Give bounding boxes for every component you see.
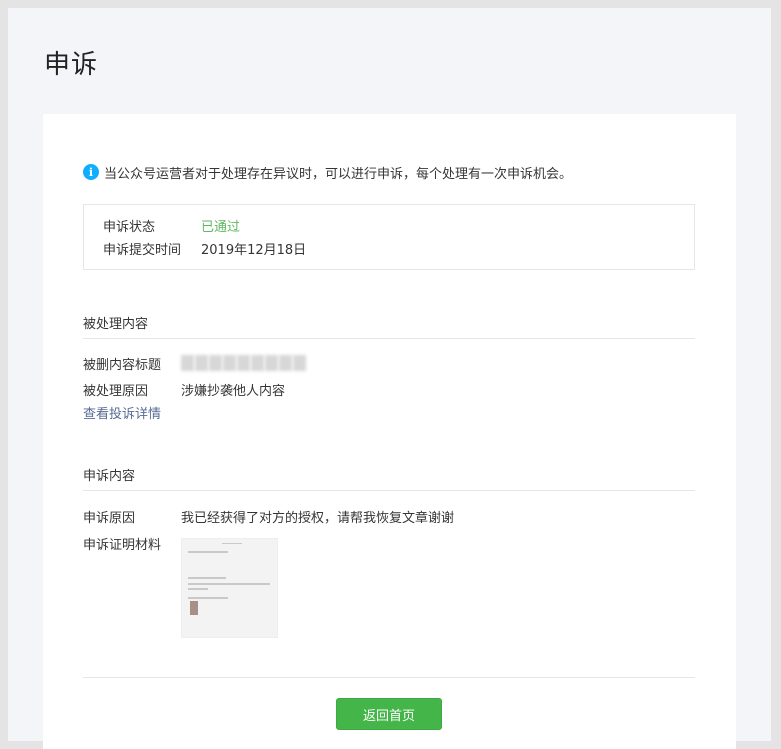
appeal-section-title: 申诉内容 [83,469,136,484]
appeal-reason-row: 申诉原因 我已经获得了对方的授权，请帮我恢复文章谢谢 [83,507,454,526]
evidence-thumbnail[interactable] [181,538,278,638]
appeal-card: i 当公众号运营者对于处理存在异议时，可以进行申诉，每个处理有一次申诉机会。 申… [43,114,736,749]
back-home-button[interactable]: 返回首页 [336,698,442,730]
deleted-title-label: 被删内容标题 [83,357,162,373]
view-complaint-details-link[interactable]: 查看投诉详情 [83,403,161,422]
appeal-reason-label: 申诉原因 [83,511,136,526]
divider [83,338,695,339]
evidence-label: 申诉证明材料 [83,538,162,553]
status-row: 申诉状态 已通过 [103,216,240,235]
processed-reason-value: 涉嫌抄袭他人内容 [181,384,286,399]
page-title: 申诉 [44,50,99,80]
page-frame: 申诉 i 当公众号运营者对于处理存在异议时，可以进行申诉，每个处理有一次申诉机会… [8,8,771,749]
submit-time-label: 申诉提交时间 [103,243,182,258]
evidence-row: 申诉证明材料 [83,534,181,553]
processed-reason-label: 被处理原因 [83,384,149,399]
status-badge: 已通过 [201,220,241,235]
divider [83,490,695,491]
status-box: 申诉状态 已通过 申诉提交时间 2019年12月18日 [83,204,695,270]
info-icon: i [83,164,99,180]
appeal-reason-value: 我已经获得了对方的授权，请帮我恢复文章谢谢 [181,511,455,526]
processed-reason-row: 被处理原因 涉嫌抄袭他人内容 [83,380,285,399]
processed-section-title: 被处理内容 [83,317,149,332]
submit-time-row: 申诉提交时间 2019年12月18日 [103,239,306,258]
notice-text: 当公众号运营者对于处理存在异议时，可以进行申诉，每个处理有一次申诉机会。 [104,166,573,182]
submit-time-value: 2019年12月18日 [201,243,307,258]
footer-divider [83,677,695,678]
deleted-title-row: 被删内容标题 [83,353,307,373]
deleted-title-redacted [181,353,307,373]
status-label: 申诉状态 [103,220,156,235]
notice-bar: i 当公众号运营者对于处理存在异议时，可以进行申诉，每个处理有一次申诉机会。 [83,162,572,182]
